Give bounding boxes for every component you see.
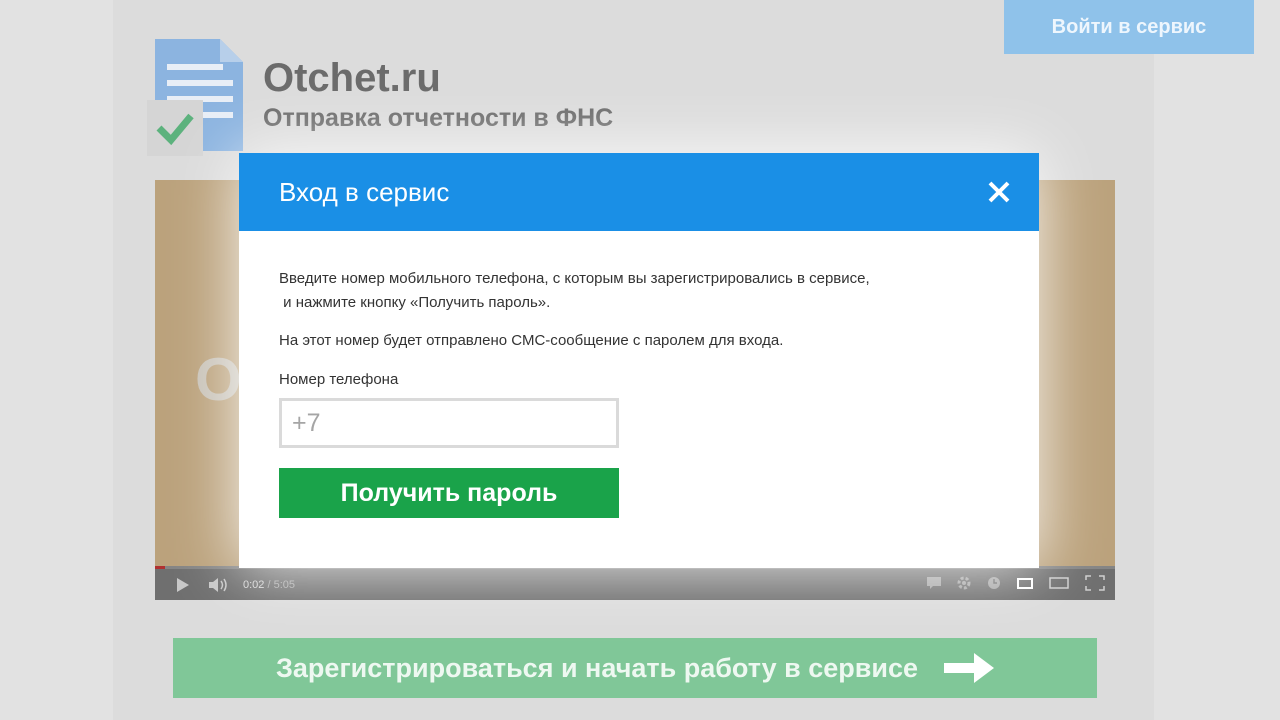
- brand-subtitle: Отправка отчетности в ФНС: [263, 104, 614, 132]
- register-button[interactable]: Зарегистрироваться и начать работу в сер…: [173, 638, 1097, 698]
- theater-mode-icon[interactable]: [1049, 577, 1069, 592]
- phone-input[interactable]: [279, 398, 619, 448]
- dialog-title: Вход в сервис: [279, 176, 450, 207]
- dialog-body: Введите номер мобильного телефона, с кот…: [239, 231, 1039, 518]
- close-icon[interactable]: [987, 180, 1011, 204]
- login-dialog: Вход в сервис Введите номер мобильного т…: [239, 153, 1039, 568]
- instruction-line-1: Введите номер мобильного телефона, с кот…: [279, 270, 870, 287]
- total-time: / 5:05: [264, 578, 295, 591]
- current-time: 0:02: [243, 578, 265, 591]
- volume-icon[interactable]: [209, 577, 229, 592]
- dialog-instructions: Введите номер мобильного телефона, с кот…: [279, 267, 999, 315]
- gear-icon[interactable]: [957, 576, 971, 593]
- video-progress-fill: [155, 566, 165, 569]
- video-timecode: 0:02 / 5:05: [243, 579, 295, 591]
- watch-later-icon[interactable]: [987, 576, 1001, 593]
- fullscreen-icon[interactable]: [1085, 575, 1105, 594]
- arrow-right-icon: [944, 653, 994, 683]
- brand-title: Otchet.ru: [263, 56, 441, 100]
- captions-icon[interactable]: [927, 577, 941, 592]
- play-icon[interactable]: [175, 577, 191, 592]
- video-frame-text: О: [195, 346, 242, 413]
- register-button-label: Зарегистрироваться и начать работу в сер…: [276, 652, 918, 683]
- dialog-header: Вход в сервис: [239, 153, 1039, 231]
- get-password-button[interactable]: Получить пароль: [279, 468, 619, 518]
- small-player-icon[interactable]: [1017, 577, 1033, 592]
- phone-label: Номер телефона: [279, 371, 399, 388]
- video-controls: 0:02 / 5:05: [155, 566, 1115, 600]
- document-check-icon: [147, 39, 243, 156]
- sms-note: На этот номер будет отправлено СМС-сообщ…: [279, 332, 784, 349]
- login-button[interactable]: Войти в сервис: [1004, 0, 1254, 54]
- instruction-line-2: и нажмите кнопку «Получить пароль».: [279, 294, 551, 311]
